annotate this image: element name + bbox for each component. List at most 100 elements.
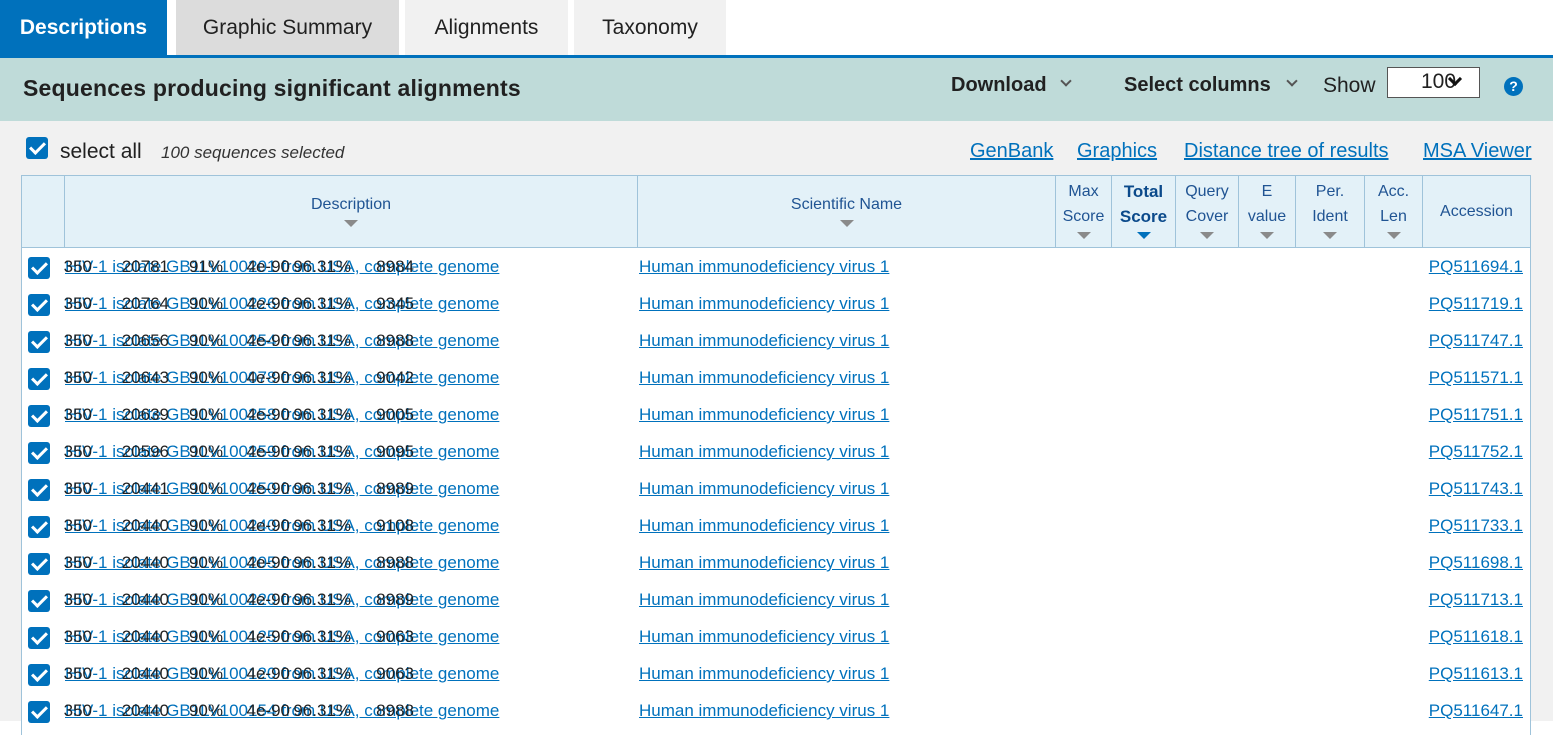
max-score-cell: 350 bbox=[63, 405, 92, 424]
sort-arrow-icon[interactable] bbox=[1136, 232, 1151, 239]
per-ident-cell: 96.31% bbox=[293, 701, 351, 720]
show-count-select[interactable]: 100 bbox=[1387, 67, 1480, 98]
query-cover-cell: 90% bbox=[188, 627, 223, 646]
results-table: Description Scientific Name Max Score To… bbox=[21, 175, 1531, 735]
query-cover-cell: 91% bbox=[188, 257, 223, 276]
download-menu[interactable]: Download bbox=[951, 74, 1047, 97]
row-select-checkbox[interactable] bbox=[28, 331, 50, 353]
scientific-name-link[interactable]: Human immunodeficiency virus 1 bbox=[639, 590, 889, 610]
acc-len-cell: 8984 bbox=[376, 257, 414, 276]
row-select-checkbox[interactable] bbox=[28, 442, 50, 464]
tab-taxonomy[interactable]: Taxonomy bbox=[574, 0, 726, 55]
scientific-name-link[interactable]: Human immunodeficiency virus 1 bbox=[639, 331, 889, 351]
query-cover-cell: 90% bbox=[188, 664, 223, 683]
scientific-name-link[interactable]: Human immunodeficiency virus 1 bbox=[639, 664, 889, 684]
select-all-label[interactable]: select all bbox=[60, 140, 142, 164]
row-select-checkbox[interactable] bbox=[28, 405, 50, 427]
scientific-name-link[interactable]: Human immunodeficiency virus 1 bbox=[639, 405, 889, 425]
column-header-max-score[interactable]: Max Score bbox=[1056, 176, 1112, 247]
help-icon[interactable]: ? bbox=[1504, 77, 1523, 96]
per-ident-cell: 96.31% bbox=[293, 442, 351, 461]
accession-link[interactable]: PQ511618.1 bbox=[1429, 627, 1523, 647]
accession-link[interactable]: PQ511698.1 bbox=[1429, 553, 1523, 573]
e-value-cell: 4e-90 bbox=[246, 553, 290, 572]
scientific-name-link[interactable]: Human immunodeficiency virus 1 bbox=[639, 257, 889, 277]
accession-link[interactable]: PQ511743.1 bbox=[1429, 479, 1523, 499]
row-select-checkbox[interactable] bbox=[28, 664, 50, 686]
column-header-scientific-name[interactable]: Scientific Name bbox=[638, 176, 1056, 247]
table-row: HIV-1 isolate GB1LV100254 from USA, comp… bbox=[22, 322, 1530, 359]
sort-arrow-icon[interactable] bbox=[1323, 232, 1337, 239]
scientific-name-link[interactable]: Human immunodeficiency virus 1 bbox=[639, 701, 889, 721]
scientific-name-link[interactable]: Human immunodeficiency virus 1 bbox=[639, 479, 889, 499]
sort-arrow-icon[interactable] bbox=[1200, 232, 1214, 239]
row-select-checkbox[interactable] bbox=[28, 479, 50, 501]
scientific-name-link[interactable]: Human immunodeficiency virus 1 bbox=[639, 553, 889, 573]
column-header-accession[interactable]: Accession bbox=[1423, 176, 1530, 247]
accession-link[interactable]: PQ511613.1 bbox=[1429, 664, 1523, 684]
e-value-cell: 4e-90 bbox=[246, 331, 290, 350]
tab-graphic-summary[interactable]: Graphic Summary bbox=[176, 0, 399, 55]
genbank-link[interactable]: GenBank bbox=[970, 140, 1053, 163]
acc-len-cell: 9095 bbox=[376, 442, 414, 461]
column-label: value bbox=[1247, 208, 1287, 225]
row-select-checkbox[interactable] bbox=[28, 516, 50, 538]
scientific-name-link[interactable]: Human immunodeficiency virus 1 bbox=[639, 294, 889, 314]
row-select-checkbox[interactable] bbox=[28, 627, 50, 649]
total-score-cell: 20639 bbox=[121, 405, 169, 424]
row-select-checkbox[interactable] bbox=[28, 368, 50, 390]
column-header-total-score[interactable]: Total Score bbox=[1112, 176, 1176, 247]
row-select-checkbox[interactable] bbox=[28, 294, 50, 316]
query-cover-cell: 90% bbox=[188, 368, 223, 387]
tab-alignments[interactable]: Alignments bbox=[405, 0, 568, 55]
row-select-checkbox[interactable] bbox=[28, 701, 50, 723]
scientific-name-link[interactable]: Human immunodeficiency virus 1 bbox=[639, 368, 889, 388]
e-value-cell: 4e-90 bbox=[246, 257, 290, 276]
accession-link[interactable]: PQ511751.1 bbox=[1429, 405, 1523, 425]
per-ident-cell: 96.31% bbox=[293, 294, 351, 313]
select-all-checkbox[interactable] bbox=[26, 137, 48, 159]
per-ident-cell: 96.31% bbox=[293, 331, 351, 350]
column-label: E bbox=[1261, 183, 1273, 200]
query-cover-cell: 90% bbox=[188, 701, 223, 720]
row-select-checkbox[interactable] bbox=[28, 257, 50, 279]
scientific-name-link[interactable]: Human immunodeficiency virus 1 bbox=[639, 516, 889, 536]
row-select-checkbox[interactable] bbox=[28, 590, 50, 612]
accession-link[interactable]: PQ511713.1 bbox=[1429, 590, 1523, 610]
column-label: Ident bbox=[1312, 208, 1348, 225]
accession-link[interactable]: PQ511694.1 bbox=[1429, 257, 1523, 277]
accession-link[interactable]: PQ511733.1 bbox=[1429, 516, 1523, 536]
column-header-query-cover[interactable]: Query Cover bbox=[1176, 176, 1239, 247]
accession-link[interactable]: PQ511719.1 bbox=[1429, 294, 1523, 314]
distance-tree-link[interactable]: Distance tree of results bbox=[1184, 140, 1389, 163]
column-header-per-ident[interactable]: Per. Ident bbox=[1296, 176, 1365, 247]
sort-arrow-icon[interactable] bbox=[839, 220, 854, 227]
max-score-cell: 350 bbox=[63, 294, 92, 313]
column-header-description[interactable]: Description bbox=[65, 176, 638, 247]
tab-descriptions[interactable]: Descriptions bbox=[0, 0, 167, 55]
column-header-acc-len[interactable]: Acc. Len bbox=[1365, 176, 1423, 247]
graphics-link[interactable]: Graphics bbox=[1077, 140, 1157, 163]
sort-arrow-icon[interactable] bbox=[1386, 232, 1401, 239]
select-columns-menu[interactable]: Select columns bbox=[1124, 74, 1271, 97]
sort-arrow-icon[interactable] bbox=[1260, 232, 1274, 239]
column-label: Total bbox=[1123, 182, 1164, 201]
column-header-e-value[interactable]: E value bbox=[1239, 176, 1296, 247]
chevron-down-icon[interactable] bbox=[1060, 75, 1072, 87]
msa-viewer-link[interactable]: MSA Viewer bbox=[1423, 140, 1532, 163]
accession-link[interactable]: PQ511747.1 bbox=[1429, 331, 1523, 351]
chevron-down-icon[interactable] bbox=[1286, 75, 1298, 87]
table-header: Description Scientific Name Max Score To… bbox=[22, 176, 1530, 248]
row-select-checkbox[interactable] bbox=[28, 553, 50, 575]
sort-arrow-icon[interactable] bbox=[1076, 232, 1091, 239]
scientific-name-link[interactable]: Human immunodeficiency virus 1 bbox=[639, 627, 889, 647]
total-score-cell: 20643 bbox=[121, 368, 169, 387]
accession-link[interactable]: PQ511752.1 bbox=[1429, 442, 1523, 462]
e-value-cell: 4e-90 bbox=[246, 405, 290, 424]
total-score-cell: 20440 bbox=[121, 664, 169, 683]
e-value-cell: 4e-90 bbox=[246, 627, 290, 646]
scientific-name-link[interactable]: Human immunodeficiency virus 1 bbox=[639, 442, 889, 462]
accession-link[interactable]: PQ511647.1 bbox=[1429, 701, 1523, 721]
sort-arrow-icon[interactable] bbox=[344, 220, 358, 227]
accession-link[interactable]: PQ511571.1 bbox=[1429, 368, 1523, 388]
